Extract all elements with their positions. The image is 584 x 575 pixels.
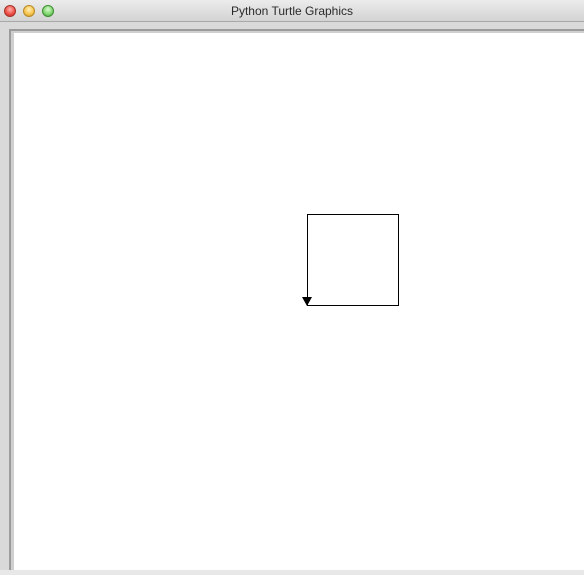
turtle-arrow-icon (302, 297, 312, 306)
turtle-canvas[interactable] (14, 33, 584, 575)
drawing-surface (302, 214, 399, 306)
window-title: Python Turtle Graphics (230, 4, 354, 18)
canvas-bottom-edge (0, 570, 584, 575)
title-bar[interactable]: Python Turtle Graphics (0, 0, 584, 22)
drawn-square (307, 214, 399, 306)
turtle-window: Python Turtle Graphics (0, 0, 584, 575)
